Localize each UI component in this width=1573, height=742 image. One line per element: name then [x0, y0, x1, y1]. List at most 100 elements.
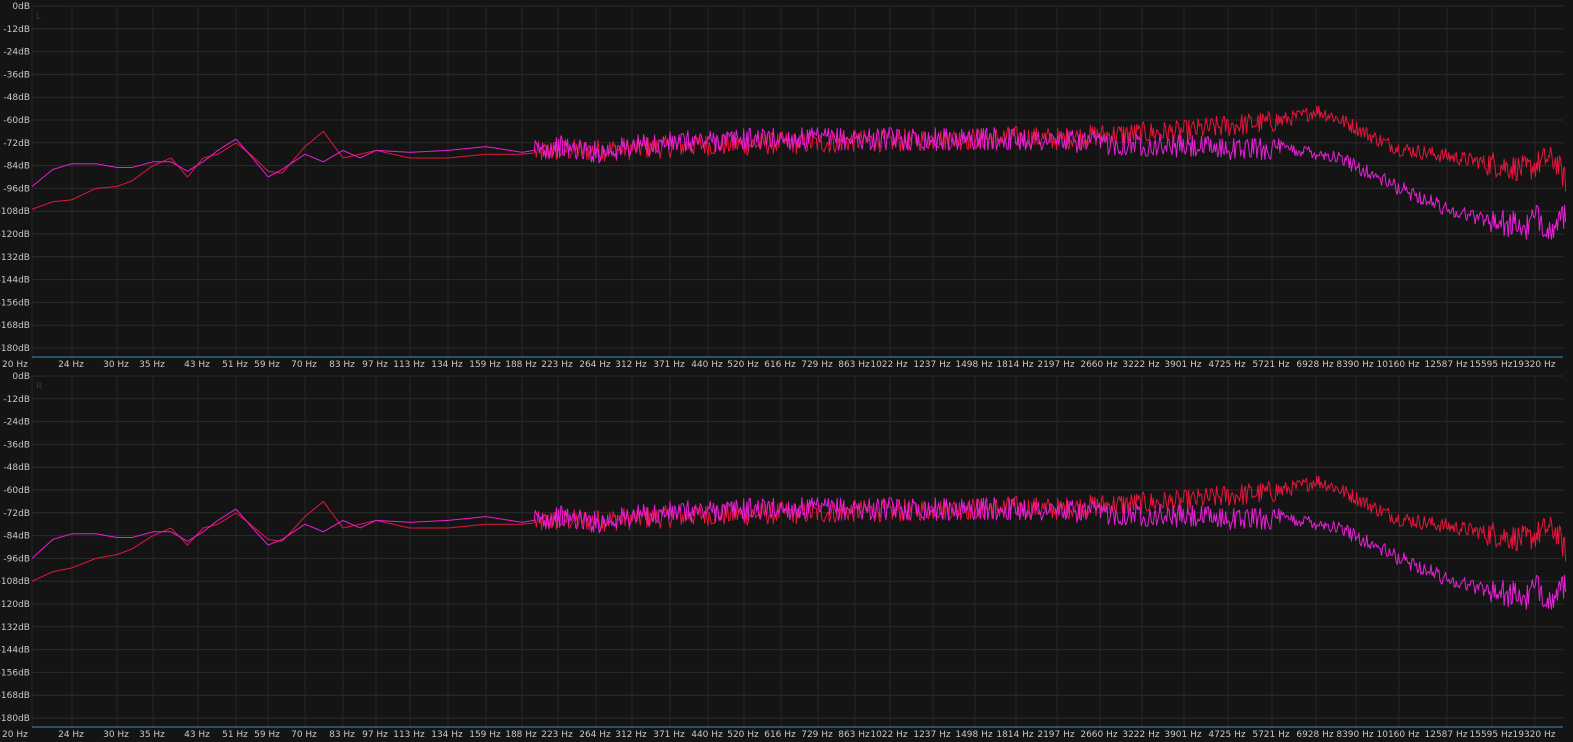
x-tick-label: 440 Hz [691, 730, 723, 740]
x-tick-label: 134 Hz [431, 360, 463, 370]
x-tick-label: 51 Hz [222, 730, 248, 740]
x-tick-label: 1237 Hz [913, 730, 951, 740]
x-tick-label: 113 Hz [393, 730, 425, 740]
x-tick-label: 24 Hz [58, 730, 84, 740]
y-tick-label: -132dB [0, 623, 30, 633]
x-tick-label: 159 Hz [469, 730, 501, 740]
x-tick-label: 1022 Hz [870, 360, 908, 370]
x-tick-label: 3901 Hz [1164, 360, 1202, 370]
x-tick-label: 30 Hz [103, 360, 129, 370]
x-tick-label: 59 Hz [254, 730, 280, 740]
x-tick-label: 520 Hz [727, 730, 759, 740]
x-tick-label: 4725 Hz [1208, 360, 1246, 370]
x-tick-label: 1814 Hz [996, 730, 1034, 740]
y-tick-label: -36dB [3, 70, 30, 80]
x-tick-label: 312 Hz [615, 730, 647, 740]
x-tick-label: 312 Hz [615, 360, 647, 370]
spectrum-series-line [31, 105, 1567, 210]
y-tick-label: -24dB [3, 48, 30, 58]
spectrum-analyzer: 0dB -12dB -24dB -36dB -48dB -60dB -72dB -84dB -9… [0, 2, 1567, 740]
y-tick-label: -48dB [3, 463, 30, 473]
y-tick-label: -144dB [0, 276, 30, 286]
x-tick-label: 371 Hz [653, 730, 685, 740]
x-tick-label: 134 Hz [431, 730, 463, 740]
x-tick-label: 2660 Hz [1080, 730, 1118, 740]
y-tick-label: -72dB [3, 139, 30, 149]
x-tick-label: 863 Hz [838, 730, 870, 740]
x-tick-label: 1498 Hz [955, 730, 993, 740]
x-tick-label: 43 Hz [184, 730, 210, 740]
x-tick-label: 1022 Hz [870, 730, 908, 740]
y-tick-label: -168dB [0, 321, 30, 331]
x-tick-label: 5721 Hz [1252, 360, 1290, 370]
y-tick-label: -84dB [3, 162, 30, 172]
y-tick-label: -156dB [0, 298, 30, 308]
y-tick-label: -36dB [3, 440, 30, 450]
x-tick-label: 729 Hz [801, 360, 833, 370]
x-tick-label: 3222 Hz [1122, 360, 1160, 370]
x-tick-label: 113 Hz [393, 360, 425, 370]
x-tick-label: 15595 Hz [1470, 360, 1513, 370]
x-tick-label: 19320 Hz [1513, 730, 1556, 740]
y-tick-label: -60dB [3, 116, 30, 126]
y-tick-label: -156dB [0, 668, 30, 678]
x-tick-label: 59 Hz [254, 360, 280, 370]
x-tick-label: 188 Hz [505, 360, 537, 370]
x-tick-label: 3901 Hz [1164, 730, 1202, 740]
x-tick-label: 6928 Hz [1296, 730, 1334, 740]
x-tick-label: 863 Hz [838, 360, 870, 370]
x-tick-label: 10160 Hz [1377, 360, 1420, 370]
y-tick-label: -48dB [3, 93, 30, 103]
x-tick-label: 2197 Hz [1037, 360, 1075, 370]
x-tick-label: 729 Hz [801, 730, 833, 740]
y-tick-label: -24dB [3, 418, 30, 428]
y-tick-label: 0dB [12, 372, 30, 382]
x-tick-label: 264 Hz [579, 360, 611, 370]
x-tick-label: 24 Hz [58, 360, 84, 370]
x-tick-label: 20 Hz [2, 360, 28, 370]
x-tick-label: 35 Hz [139, 730, 165, 740]
x-tick-label: 159 Hz [469, 360, 501, 370]
x-tick-label: 97 Hz [362, 730, 388, 740]
y-tick-label: -168dB [0, 691, 30, 701]
x-tick-label: 8390 Hz [1336, 360, 1374, 370]
x-tick-label: 188 Hz [505, 730, 537, 740]
x-tick-label: 223 Hz [541, 730, 573, 740]
y-tick-label: -132dB [0, 253, 30, 263]
x-tick-label: 520 Hz [727, 360, 759, 370]
spectrum-panel-left: 0dB -12dB -24dB -36dB -48dB -60dB -72dB -84dB -9… [0, 2, 1567, 370]
x-tick-label: 19320 Hz [1513, 360, 1556, 370]
x-tick-label: 70 Hz [291, 730, 317, 740]
y-tick-label: -120dB [0, 600, 30, 610]
x-tick-label: 6928 Hz [1296, 360, 1334, 370]
x-tick-label: 2660 Hz [1080, 360, 1118, 370]
y-tick-label: -144dB [0, 646, 30, 656]
x-tick-label: 12587 Hz [1425, 360, 1468, 370]
x-tick-label: 1498 Hz [955, 360, 993, 370]
channel-label: L [36, 12, 41, 22]
y-tick-label: -12dB [3, 25, 30, 35]
x-tick-label: 12587 Hz [1425, 730, 1468, 740]
x-tick-label: 97 Hz [362, 360, 388, 370]
y-tick-label: -108dB [0, 577, 30, 587]
x-tick-label: 83 Hz [329, 360, 355, 370]
y-tick-label: -108dB [0, 207, 30, 217]
x-tick-label: 15595 Hz [1470, 730, 1513, 740]
x-tick-label: 43 Hz [184, 360, 210, 370]
x-tick-label: 616 Hz [764, 730, 796, 740]
x-tick-label: 616 Hz [764, 360, 796, 370]
y-tick-label: -96dB [3, 554, 30, 564]
x-tick-label: 20 Hz [2, 730, 28, 740]
spectrum-panel-right: 0dB -12dB -24dB -36dB -48dB -60dB -72dB -84dB -9… [0, 372, 1567, 740]
y-tick-label: -72dB [3, 509, 30, 519]
y-tick-label: -84dB [3, 532, 30, 542]
y-tick-label: -12dB [3, 395, 30, 405]
x-tick-label: 223 Hz [541, 360, 573, 370]
x-tick-label: 2197 Hz [1037, 730, 1075, 740]
channel-label: R [36, 382, 42, 392]
x-tick-label: 70 Hz [291, 360, 317, 370]
x-tick-label: 3222 Hz [1122, 730, 1160, 740]
x-tick-label: 51 Hz [222, 360, 248, 370]
x-tick-label: 371 Hz [653, 360, 685, 370]
x-tick-label: 264 Hz [579, 730, 611, 740]
